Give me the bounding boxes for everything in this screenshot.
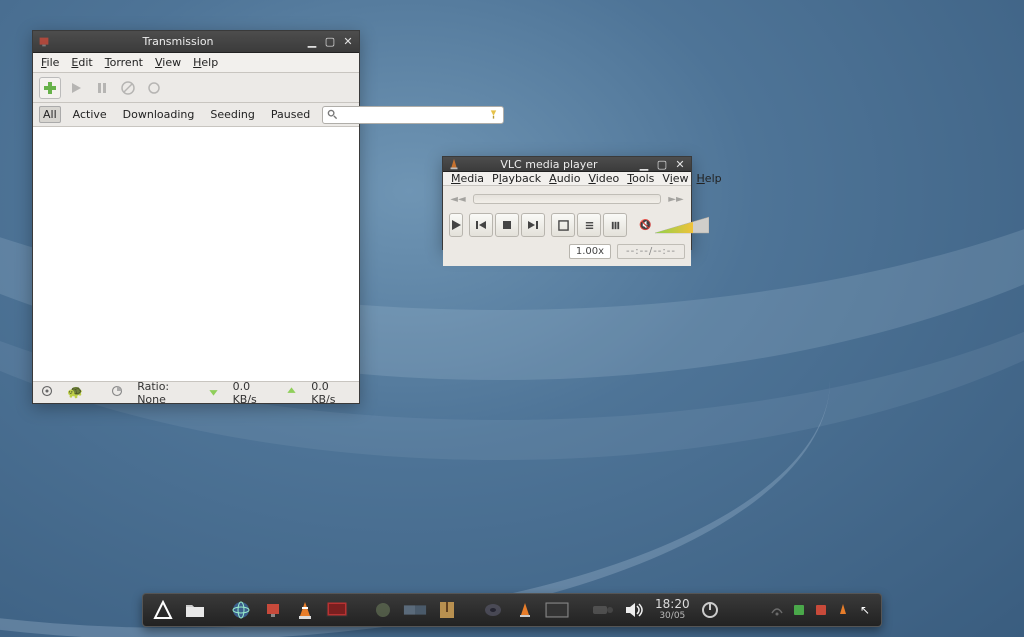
transmission-titlebar[interactable]: Transmission ▁ ▢ ✕ [33, 31, 359, 53]
playlist-button[interactable] [577, 213, 601, 237]
menu-video[interactable]: Video [588, 172, 619, 185]
filter-downloading[interactable]: Downloading [119, 106, 199, 123]
pause-torrent-button[interactable] [91, 77, 113, 99]
ratio-label: Ratio: None [137, 380, 193, 406]
screenshot-icon[interactable] [325, 598, 349, 622]
vlc-tray-icon[interactable] [513, 598, 537, 622]
vlc-menubar: Media Playback Audio Video Tools View He… [443, 172, 691, 186]
web-browser-icon[interactable] [229, 598, 253, 622]
clock[interactable]: 18:20 30/05 [655, 598, 690, 621]
menu-torrent[interactable]: Torrent [105, 56, 143, 69]
add-torrent-button[interactable] [39, 77, 61, 99]
updates-tray-icon[interactable] [791, 602, 807, 618]
playback-rate[interactable]: 1.00x [569, 244, 611, 259]
up-arrow-icon [286, 386, 297, 400]
faster-button[interactable]: ►► [667, 191, 685, 207]
previous-button[interactable] [469, 213, 493, 237]
system-app-icon[interactable] [371, 598, 395, 622]
vlc-title: VLC media player [465, 158, 633, 171]
filter-paused[interactable]: Paused [267, 106, 314, 123]
remove-torrent-button[interactable] [117, 77, 139, 99]
transmission-window[interactable]: Transmission ▁ ▢ ✕ File Edit Torrent Vie… [32, 30, 360, 404]
vlc-app-icon [447, 157, 461, 171]
menu-media[interactable]: Media [451, 172, 484, 185]
transmission-menubar: File Edit Torrent View Help [33, 53, 359, 73]
clock-time: 18:20 [655, 598, 690, 611]
settings-icon[interactable] [41, 385, 53, 400]
menu-view[interactable]: View [155, 56, 181, 69]
stop-button[interactable] [495, 213, 519, 237]
network-tray-icon[interactable] [769, 602, 785, 618]
vlc-titlebar[interactable]: VLC media player ▁ ▢ ✕ [443, 157, 691, 172]
cursor-icon: ↖ [857, 602, 873, 618]
transmission-toolbar [33, 73, 359, 103]
minimize-button[interactable]: ▁ [305, 35, 319, 49]
workspace-switcher-icon[interactable] [545, 598, 569, 622]
turtle-icon[interactable]: 🐢 [67, 385, 83, 400]
volume-icon[interactable] [623, 598, 647, 622]
down-speed: 0.0 KB/s [233, 380, 273, 406]
filter-seeding[interactable]: Seeding [206, 106, 259, 123]
filter-active[interactable]: Active [69, 106, 111, 123]
disk-utility-icon[interactable] [481, 598, 505, 622]
maximize-button[interactable]: ▢ [655, 157, 669, 171]
transmission-filterbar: All Active Downloading Seeding Paused [33, 103, 359, 127]
menu-tools[interactable]: Tools [627, 172, 654, 185]
transmission-title: Transmission [55, 35, 301, 48]
next-button[interactable] [521, 213, 545, 237]
search-icon [327, 109, 338, 120]
vlc-launcher-icon[interactable] [293, 598, 317, 622]
power-icon[interactable] [698, 598, 722, 622]
menu-view[interactable]: View [662, 172, 688, 185]
transmission-statusbar: 🐢 Ratio: None 0.0 KB/s 0.0 KB/s [33, 381, 359, 403]
close-button[interactable]: ✕ [673, 157, 687, 171]
slower-button[interactable]: ◄◄ [449, 191, 467, 207]
torrent-list[interactable] [33, 127, 359, 381]
start-torrent-button[interactable] [65, 77, 87, 99]
search-input[interactable] [342, 109, 484, 121]
app-menu-icon[interactable] [151, 598, 175, 622]
folder-group-icon[interactable] [403, 598, 427, 622]
time-display: --:--/--:-- [617, 244, 685, 259]
minimize-button[interactable]: ▁ [637, 157, 651, 171]
seek-bar[interactable] [473, 194, 661, 204]
taskbar-panel[interactable]: 18:20 30/05 ↖ [142, 593, 882, 627]
vlc-controls: ◄◄ ►► [443, 186, 691, 266]
filter-search-box[interactable] [322, 106, 504, 124]
vlc-tray-small-icon[interactable] [835, 602, 851, 618]
filter-all[interactable]: All [39, 106, 61, 123]
menu-file[interactable]: File [41, 56, 59, 69]
transmission-app-icon [37, 35, 51, 49]
fullscreen-button[interactable] [551, 213, 575, 237]
system-tray: ↖ [769, 602, 873, 618]
close-button[interactable]: ✕ [341, 35, 355, 49]
menu-help[interactable]: Help [697, 172, 722, 185]
menu-audio[interactable]: Audio [549, 172, 580, 185]
transmission-launcher-icon[interactable] [261, 598, 285, 622]
down-arrow-icon [208, 386, 219, 400]
device-icon[interactable] [591, 598, 615, 622]
extended-settings-button[interactable] [603, 213, 627, 237]
archive-icon[interactable] [435, 598, 459, 622]
mute-button[interactable]: 🔇 [639, 220, 651, 231]
maximize-button[interactable]: ▢ [323, 35, 337, 49]
ratio-icon [111, 385, 123, 400]
menu-edit[interactable]: Edit [71, 56, 92, 69]
clock-date: 30/05 [655, 612, 690, 622]
clear-icon[interactable] [488, 109, 499, 120]
vlc-window[interactable]: VLC media player ▁ ▢ ✕ Media Playback Au… [442, 156, 692, 250]
menu-help[interactable]: Help [193, 56, 218, 69]
up-speed: 0.0 KB/s [311, 380, 351, 406]
menu-playback[interactable]: Playback [492, 172, 541, 185]
volume-slider[interactable] [655, 215, 709, 235]
alert-tray-icon[interactable] [813, 602, 829, 618]
properties-button[interactable] [143, 77, 165, 99]
play-button[interactable] [449, 213, 463, 237]
file-manager-icon[interactable] [183, 598, 207, 622]
